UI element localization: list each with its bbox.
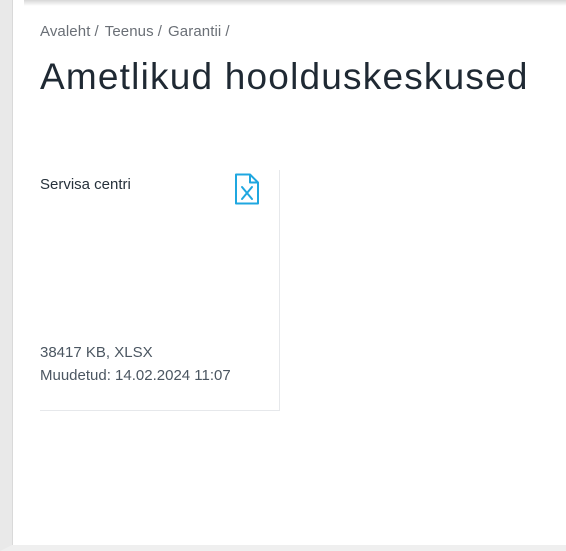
breadcrumb-home[interactable]: Avaleht [40,23,90,40]
breadcrumb-separator: / [157,22,163,40]
modified-date: Muudetud: 14.02.2024 11:07 [40,367,231,384]
file-title[interactable]: Servisa centri [40,176,131,193]
breadcrumb-separator: / [94,22,99,40]
page-title: Ametlikud hoolduskeskused [40,56,529,97]
file-size: 38417 KB, XLSX [40,344,153,361]
xlsx-file-icon[interactable] [234,173,260,205]
file-card[interactable]: Servisa centri 38417 KB, XLSX Muudetud: … [40,170,280,411]
file-meta: 38417 KB, XLSX Muudetud: 14.02.2024 11:0… [40,341,231,387]
top-shadow [24,0,566,6]
breadcrumb: Avaleht / Teenus / Garantii / [40,21,236,41]
breadcrumb-warranty[interactable]: Garantii [168,23,221,40]
breadcrumb-separator: / [225,22,230,40]
page: Avaleht / Teenus / Garantii / Ametlikud … [0,0,566,551]
breadcrumb-service[interactable]: Teenus [105,23,154,40]
